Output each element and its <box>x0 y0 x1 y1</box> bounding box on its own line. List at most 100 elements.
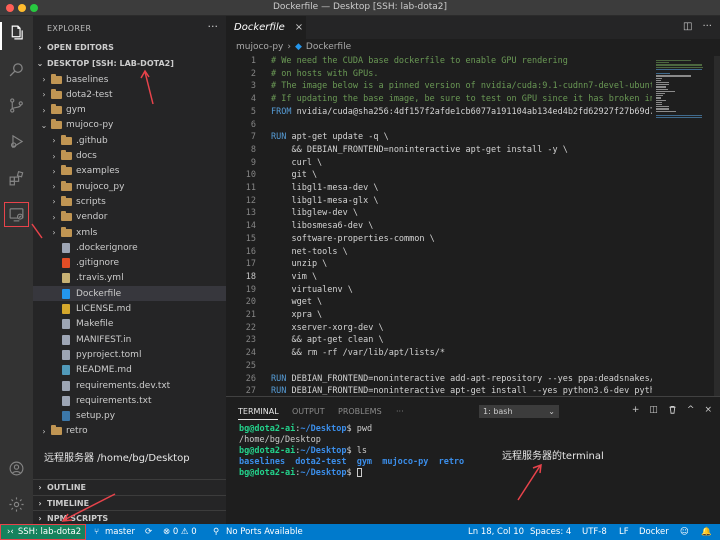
notifications-bell-icon[interactable]: 🔔 <box>701 527 712 537</box>
terminal-output[interactable]: bg@dota2-ai:~/Desktop$ pwd/home/bg/Deskt… <box>239 424 464 479</box>
code-line[interactable]: 10 git \ <box>226 170 652 183</box>
feedback-icon[interactable]: ☺ <box>680 527 689 537</box>
outline-section[interactable]: › OUTLINE <box>33 479 226 494</box>
breadcrumb-folder[interactable]: mujoco-py <box>236 42 283 52</box>
settings-gear-icon[interactable] <box>5 493 28 516</box>
file-pyproject-toml[interactable]: pyproject.toml <box>33 347 226 362</box>
file-gitignore[interactable]: .gitignore <box>33 256 226 271</box>
code-line[interactable]: 6 <box>226 120 652 133</box>
split-terminal-icon[interactable]: ◫ <box>649 405 658 417</box>
cursor-position[interactable]: Ln 18, Col 10 <box>468 527 524 537</box>
folder-icon <box>59 134 73 146</box>
folder-github[interactable]: › .github <box>33 133 226 148</box>
encoding[interactable]: UTF-8 <box>582 527 607 537</box>
editor-scrollbar[interactable] <box>714 56 720 396</box>
folder-baselines[interactable]: › baselines <box>33 72 226 87</box>
folder-scripts[interactable]: › scripts <box>33 194 226 209</box>
terminal-select[interactable]: 1: bash ⌄ <box>479 405 559 418</box>
folder-mujoco-py[interactable]: › mujoco_py <box>33 179 226 194</box>
extensions-icon[interactable] <box>5 167 28 190</box>
folder-mujoco-py[interactable]: ⌄ mujoco-py <box>33 118 226 133</box>
code-line[interactable]: 16 net-tools \ <box>226 247 652 260</box>
code-line[interactable]: 13 libglew-dev \ <box>226 208 652 221</box>
source-control-icon[interactable] <box>5 94 28 117</box>
code-line[interactable]: 26 RUN DEBIAN_FRONTEND=noninteractive add… <box>226 374 652 387</box>
file-readme-md[interactable]: README.md <box>33 363 226 378</box>
file-travis-yml[interactable]: .travis.yml <box>33 271 226 286</box>
maximize-panel-icon[interactable]: ^ <box>687 405 695 417</box>
folder-vendor[interactable]: › vendor <box>33 210 226 225</box>
search-icon[interactable] <box>5 58 28 81</box>
eol[interactable]: LF <box>619 527 629 537</box>
file-icon <box>59 304 73 315</box>
code-line[interactable]: 14 libosmesa6-dev \ <box>226 221 652 234</box>
code-line[interactable]: 8 && DEBIAN_FRONTEND=noninteractive apt-… <box>226 145 652 158</box>
code-line[interactable]: 2 # on hosts with GPUs. <box>226 69 652 82</box>
code-line[interactable]: 4 # If updating the base image, be sure t… <box>226 94 652 107</box>
code-line[interactable]: 27 RUN DEBIAN_FRONTEND=noninteractive apt… <box>226 386 652 396</box>
file-dockerignore[interactable]: .dockerignore <box>33 240 226 255</box>
code-line[interactable]: 15 software-properties-common \ <box>226 234 652 247</box>
code-line[interactable]: 12 libgl1-mesa-glx \ <box>226 196 652 209</box>
npm-scripts-section[interactable]: › NPM SCRIPTS <box>33 510 226 525</box>
code-line[interactable]: 19 virtualenv \ <box>226 285 652 298</box>
code-line[interactable]: 18 vim \ <box>226 272 652 285</box>
explorer-files-icon[interactable] <box>5 21 28 44</box>
line-content: virtualenv \ <box>271 285 352 295</box>
folder-dota2-test[interactable]: › dota2-test <box>33 87 226 102</box>
code-editor[interactable]: 1 # We need the CUDA base dockerfile to e… <box>226 56 652 396</box>
code-line[interactable]: 5 FROM nvidia/cuda@sha256:4df157f2afde1cb… <box>226 107 652 120</box>
folder-retro[interactable]: › retro <box>33 424 226 439</box>
file-manifest-in[interactable]: MANIFEST.in <box>33 332 226 347</box>
close-icon[interactable]: × <box>295 22 303 33</box>
folder-docs[interactable]: › docs <box>33 149 226 164</box>
workspace-section[interactable]: ⌄ DESKTOP [SSH: LAB-DOTA2] <box>33 56 226 71</box>
code-line[interactable]: 3 # The image below is a pinned version o… <box>226 81 652 94</box>
close-panel-icon[interactable]: × <box>704 405 712 417</box>
file-dockerfile[interactable]: Dockerfile <box>33 286 226 302</box>
file-requirements-dev-txt[interactable]: requirements.dev.txt <box>33 378 226 393</box>
minimap[interactable] <box>654 56 712 396</box>
code-line[interactable]: 11 libgl1-mesa-dev \ <box>226 183 652 196</box>
code-line[interactable]: 1 # We need the CUDA base dockerfile to e… <box>226 56 652 69</box>
remote-indicator[interactable]: ›‹ SSH: lab-dota2 <box>0 524 86 540</box>
branch-label[interactable]: master <box>105 527 135 537</box>
code-line[interactable]: 7 RUN apt-get update -q \ <box>226 132 652 145</box>
language-mode[interactable]: Docker <box>639 527 669 537</box>
timeline-section[interactable]: › TIMELINE <box>33 495 226 510</box>
code-line[interactable]: 25 <box>226 361 652 374</box>
account-icon[interactable] <box>5 457 28 480</box>
code-line[interactable]: 9 curl \ <box>226 158 652 171</box>
tab-output[interactable]: OUTPUT <box>292 407 325 416</box>
file-requirements-txt[interactable]: requirements.txt <box>33 393 226 408</box>
code-line[interactable]: 22 xserver-xorg-dev \ <box>226 323 652 336</box>
code-line[interactable]: 24 && rm -rf /var/lib/apt/lists/* <box>226 348 652 361</box>
open-editors-section[interactable]: › OPEN EDITORS <box>33 40 226 55</box>
split-editor-icon[interactable]: ◫ <box>683 21 692 32</box>
tab-dockerfile[interactable]: Dockerfile × <box>226 16 306 39</box>
folder-examples[interactable]: › examples <box>33 164 226 179</box>
code-line[interactable]: 20 wget \ <box>226 297 652 310</box>
indentation[interactable]: Spaces: 4 <box>530 527 571 537</box>
tab-terminal[interactable]: TERMINAL <box>238 407 279 416</box>
file-makefile[interactable]: Makefile <box>33 317 226 332</box>
more-actions-icon[interactable]: ··· <box>702 21 712 32</box>
new-terminal-icon[interactable]: + <box>632 405 640 417</box>
ports-label[interactable]: No Ports Available <box>226 527 303 537</box>
code-line[interactable]: 17 unzip \ <box>226 259 652 272</box>
run-debug-icon[interactable] <box>5 130 28 153</box>
folder-xmls[interactable]: › xmls <box>33 225 226 240</box>
panel-more-icon[interactable]: ··· <box>396 407 404 416</box>
line-content: RUN apt-get update -q \ <box>271 132 389 142</box>
file-setup-py[interactable]: setup.py <box>33 409 226 424</box>
explorer-more-icon[interactable]: ··· <box>208 20 219 33</box>
file-license-md[interactable]: LICENSE.md <box>33 302 226 317</box>
kill-terminal-icon[interactable] <box>668 405 677 417</box>
folder-gym[interactable]: › gym <box>33 103 226 118</box>
code-line[interactable]: 23 && apt-get clean \ <box>226 335 652 348</box>
tab-problems[interactable]: PROBLEMS <box>338 407 382 416</box>
code-line[interactable]: 21 xpra \ <box>226 310 652 323</box>
sync-icon[interactable]: ⟳ <box>145 527 152 537</box>
problems-indicator[interactable]: ⊗ 0 ⚠ 0 <box>163 527 197 537</box>
breadcrumb-file[interactable]: Dockerfile <box>306 42 351 52</box>
